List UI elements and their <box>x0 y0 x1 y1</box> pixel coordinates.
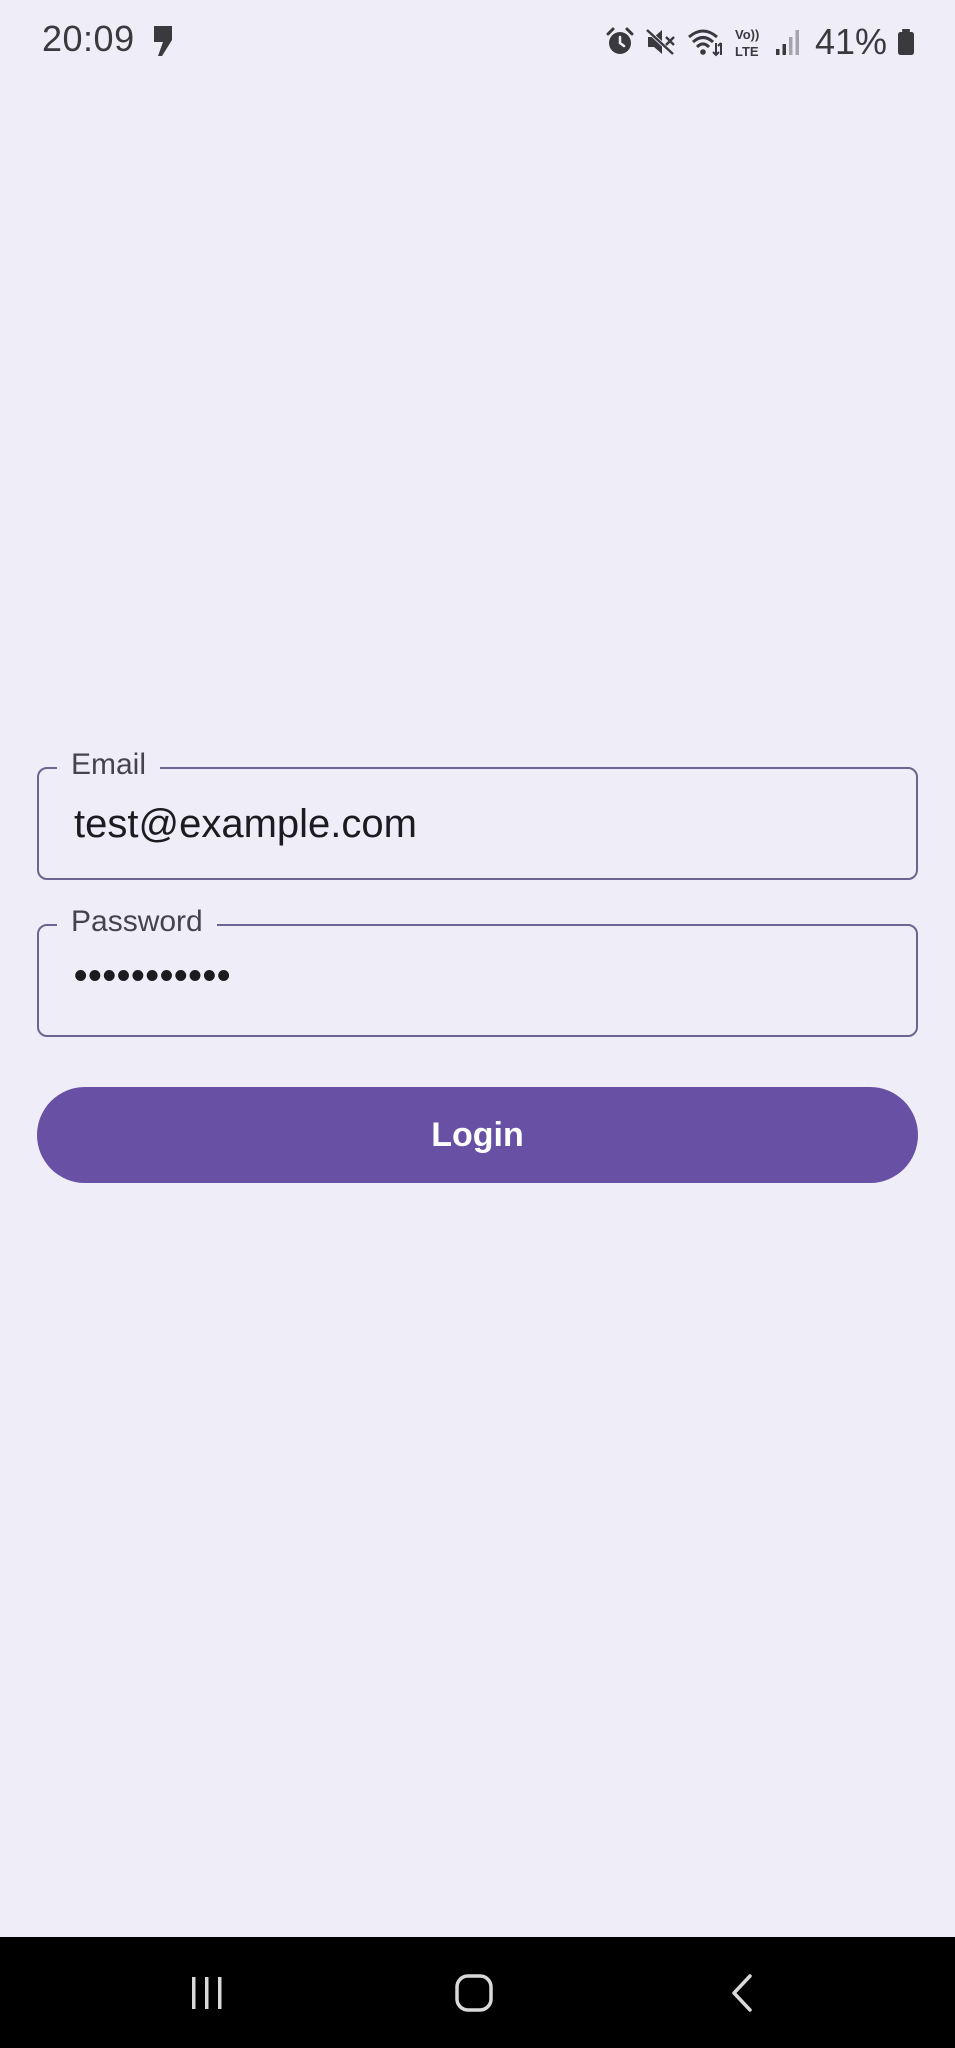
battery-percent: 41% <box>814 21 887 62</box>
recents-icon <box>192 1976 222 2009</box>
status-icons: Vo)) LTE 41% <box>605 18 915 66</box>
battery-icon <box>898 29 914 55</box>
login-button[interactable]: Login <box>37 1087 918 1183</box>
signal-icon <box>775 30 799 55</box>
password-input[interactable]: ••••••••••• <box>74 950 231 1002</box>
login-screen: 20:09 Vo)) LTE 41% Email test@example.co… <box>0 0 955 2048</box>
password-field[interactable]: Password ••••••••••• <box>37 902 918 1037</box>
svg-text:LTE: LTE <box>735 44 759 59</box>
recents-button[interactable] <box>147 1937 267 2048</box>
mute-icon <box>645 28 675 56</box>
alarm-icon <box>606 27 634 54</box>
notification-icon <box>154 26 172 56</box>
email-field-label: Email <box>57 745 161 785</box>
status-time: 20:09 <box>42 18 135 59</box>
navigation-bar <box>0 1937 955 2048</box>
svg-text:Vo)): Vo)) <box>735 27 759 42</box>
home-button[interactable] <box>414 1937 534 2048</box>
email-field[interactable]: Email test@example.com <box>37 745 918 880</box>
email-input[interactable]: test@example.com <box>74 798 417 850</box>
status-bar: 20:09 Vo)) LTE 41% <box>0 0 955 84</box>
volte-icon: Vo)) LTE <box>735 27 759 59</box>
password-field-label: Password <box>57 902 217 942</box>
back-button[interactable] <box>682 1937 802 2048</box>
home-icon <box>455 1973 493 2012</box>
back-icon <box>732 1973 752 2012</box>
wifi-icon <box>687 29 722 57</box>
